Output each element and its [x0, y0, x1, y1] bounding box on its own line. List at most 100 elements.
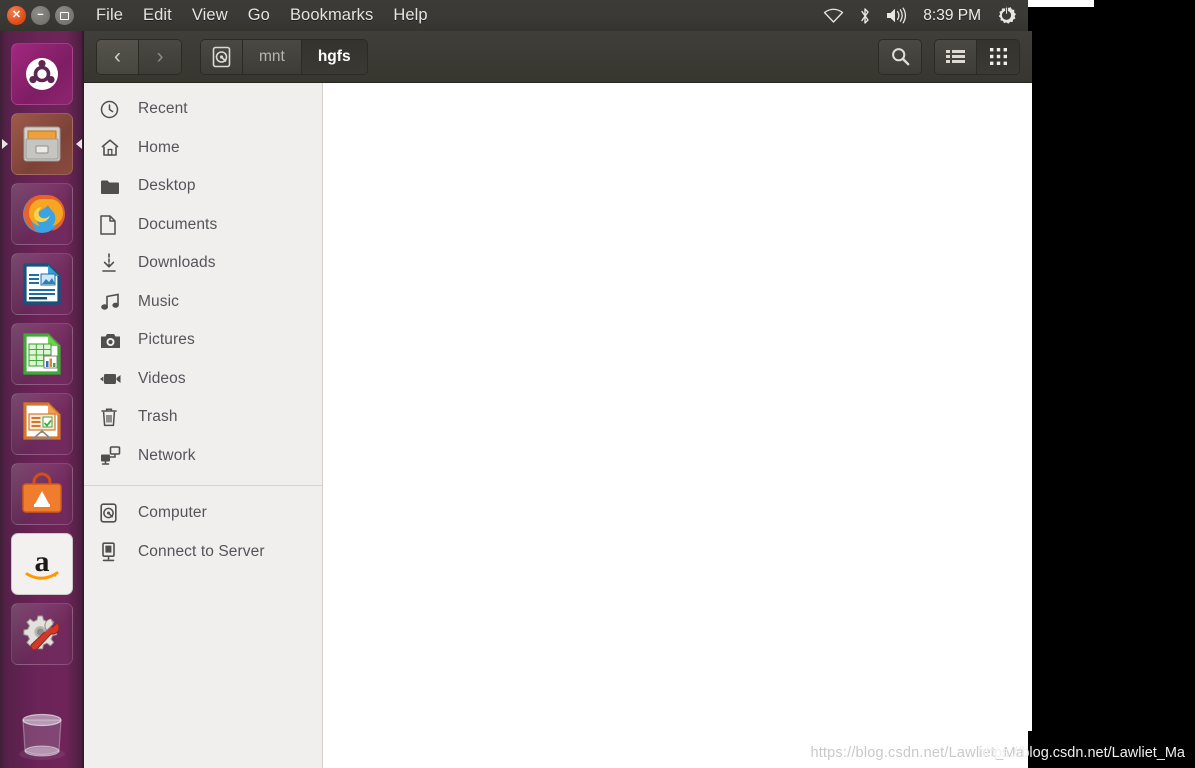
- sidebar-label-pictures: Pictures: [138, 331, 195, 349]
- wifi-icon[interactable]: [823, 5, 844, 27]
- network-icon: [100, 446, 124, 465]
- launcher-item-libreoffice-calc[interactable]: [11, 323, 73, 385]
- sidebar-label-desktop: Desktop: [138, 177, 196, 195]
- session-gear-icon[interactable]: [996, 5, 1017, 27]
- music-note-icon: [100, 293, 124, 311]
- close-button[interactable]: ✕: [7, 6, 26, 25]
- launcher-focus-pip-right: [76, 139, 82, 149]
- sidebar-item-connect-to-server[interactable]: Connect to Server: [84, 533, 322, 572]
- launcher-item-trash[interactable]: [11, 706, 73, 764]
- file-manager-window: ‹ › mnt hgfs Recent Home Desktop Documen…: [84, 31, 1032, 768]
- libreoffice-writer-icon: [23, 263, 61, 305]
- file-list-view[interactable]: https://blog.csdn.net/Lawliet_Ma: [323, 83, 1032, 768]
- launcher-item-software-center[interactable]: [11, 463, 73, 525]
- sidebar-item-recent[interactable]: Recent: [84, 90, 322, 129]
- navigation-buttons: ‹ ›: [96, 38, 182, 75]
- view-mode-buttons: [934, 38, 1020, 75]
- sidebar-item-music[interactable]: Music: [84, 283, 322, 322]
- camera-icon: [100, 332, 124, 349]
- sidebar-item-computer[interactable]: Computer: [84, 494, 322, 533]
- search-button[interactable]: [879, 39, 921, 74]
- unity-launcher: a: [0, 31, 84, 768]
- minimize-icon: −: [37, 9, 44, 21]
- volume-icon[interactable]: [886, 5, 908, 27]
- sidebar-item-trash[interactable]: Trash: [84, 398, 322, 437]
- sidebar-item-documents[interactable]: Documents: [84, 206, 322, 245]
- close-icon: ✕: [11, 9, 22, 21]
- trash-bin-icon: [19, 713, 65, 760]
- menu-file[interactable]: File: [96, 6, 123, 25]
- menu-go[interactable]: Go: [248, 6, 270, 25]
- bluetooth-icon[interactable]: [859, 5, 871, 27]
- launcher-item-libreoffice-impress[interactable]: [11, 393, 73, 455]
- clock-label[interactable]: 8:39 PM: [923, 7, 981, 25]
- sidebar-label-recent: Recent: [138, 100, 188, 118]
- indicator-area: 8:39 PM: [823, 5, 1028, 27]
- minimize-button[interactable]: −: [31, 6, 50, 25]
- breadcrumb-item-hgfs[interactable]: hgfs: [301, 39, 367, 74]
- sidebar-item-pictures[interactable]: Pictures: [84, 321, 322, 360]
- server-icon: [100, 542, 124, 562]
- sidebar-label-music: Music: [138, 292, 179, 310]
- ubuntu-logo-icon: [26, 58, 58, 90]
- system-settings-icon: [23, 615, 60, 651]
- sidebar-label-trash: Trash: [138, 408, 178, 426]
- video-camera-icon: [100, 372, 124, 386]
- sidebar-label-network: Network: [138, 446, 196, 464]
- launcher-item-amazon[interactable]: a: [11, 533, 73, 595]
- menu-view[interactable]: View: [192, 6, 228, 25]
- breadcrumb: mnt hgfs: [200, 38, 368, 75]
- sidebar-item-home[interactable]: Home: [84, 129, 322, 168]
- menu-edit[interactable]: Edit: [143, 6, 172, 25]
- sidebar-label-documents: Documents: [138, 215, 218, 233]
- hard-disk-icon: [100, 503, 124, 523]
- libreoffice-calc-icon: [23, 333, 61, 375]
- clock-icon: [100, 100, 124, 119]
- sidebar-label-connect-to-server: Connect to Server: [138, 542, 265, 560]
- download-icon: [100, 253, 124, 273]
- chevron-left-icon: ‹: [114, 44, 121, 68]
- back-button[interactable]: ‹: [97, 39, 139, 74]
- places-sidebar: Recent Home Desktop Documents Downloads …: [84, 83, 323, 768]
- amazon-icon: a: [25, 545, 59, 580]
- sidebar-item-downloads[interactable]: Downloads: [84, 244, 322, 283]
- grid-view-icon: [989, 48, 1007, 65]
- maximize-button[interactable]: [55, 6, 74, 25]
- toolbar-right-buttons: [878, 38, 1020, 75]
- unity-top-panel: ✕ − File Edit View Go Bookmarks Help 8:3…: [0, 0, 1028, 31]
- search-icon: [891, 48, 909, 66]
- launcher-item-libreoffice-writer[interactable]: [11, 253, 73, 315]
- top-white-sliver: [1028, 0, 1094, 7]
- list-view-icon: [946, 50, 965, 63]
- software-center-icon: [22, 472, 62, 513]
- forward-button[interactable]: ›: [139, 39, 181, 74]
- launcher-item-files[interactable]: [2, 113, 82, 175]
- launcher-item-ubuntu-dash[interactable]: [11, 43, 73, 105]
- grid-view-button[interactable]: [977, 39, 1019, 74]
- chevron-right-icon: ›: [156, 44, 164, 68]
- breadcrumb-item-root[interactable]: [201, 39, 243, 74]
- home-icon: [100, 138, 124, 157]
- breadcrumb-item-mnt[interactable]: mnt: [243, 39, 302, 74]
- menu-bar: File Edit View Go Bookmarks Help: [96, 6, 428, 25]
- list-view-button[interactable]: [935, 39, 977, 74]
- menu-help[interactable]: Help: [393, 6, 427, 25]
- menu-bookmarks[interactable]: Bookmarks: [290, 6, 373, 25]
- folder-icon: [100, 178, 124, 195]
- maximize-icon: [60, 11, 69, 20]
- sidebar-separator: [84, 485, 322, 486]
- libreoffice-impress-icon: [23, 402, 61, 440]
- sidebar-label-downloads: Downloads: [138, 254, 216, 272]
- sidebar-item-desktop[interactable]: Desktop: [84, 167, 322, 206]
- sidebar-item-network[interactable]: Network: [84, 437, 322, 476]
- svg-text:a: a: [35, 545, 50, 578]
- trash-icon: [100, 407, 124, 427]
- sidebar-item-videos[interactable]: Videos: [84, 360, 322, 399]
- launcher-item-firefox[interactable]: [11, 183, 73, 245]
- launcher-item-system-settings[interactable]: [11, 603, 73, 665]
- hard-disk-icon: [212, 46, 231, 67]
- file-manager-body: Recent Home Desktop Documents Downloads …: [84, 83, 1032, 768]
- desktop-screen: ✕ − File Edit View Go Bookmarks Help 8:3…: [0, 0, 1195, 768]
- file-manager-toolbar: ‹ › mnt hgfs: [84, 31, 1032, 83]
- search-button-group: [878, 38, 922, 75]
